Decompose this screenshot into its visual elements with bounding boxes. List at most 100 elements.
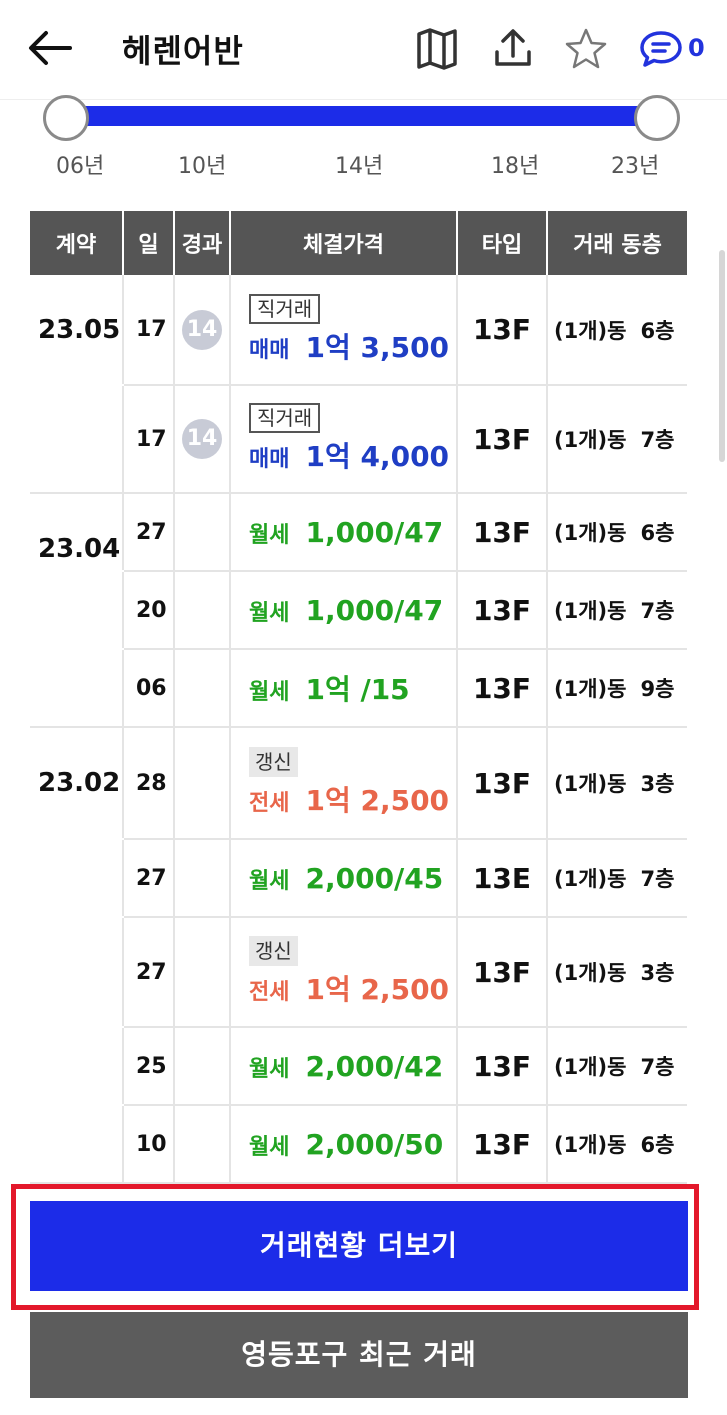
table-row[interactable]: 25 월세 2,000/42 13F (1개)동 7층 xyxy=(30,1027,687,1106)
cell-type: 13F xyxy=(456,649,547,728)
district-recent-transactions-button[interactable]: 영등포구 최근 거래 xyxy=(30,1312,688,1398)
table-row[interactable]: 10 월세 2,000/50 13F (1개)동 6층 xyxy=(30,1105,687,1184)
more-transactions-button[interactable]: 거래현황 더보기 xyxy=(30,1201,688,1291)
price-line: 월세 2,000/50 xyxy=(249,1128,456,1161)
cell-dong-floor: (1개)동 7층 xyxy=(546,571,687,650)
cell-elapsed xyxy=(173,493,230,572)
year-tick-label: 06년 xyxy=(56,154,105,179)
table-row[interactable]: 27 갱신 전세 1억 2,500 13F (1개)동 3층 xyxy=(30,917,687,1028)
transaction-table: 계약 일 경과 체결가격 타입 거래 동층 23.05 17 14 직거래 매매 1억 3… xyxy=(30,211,687,1184)
chat-button[interactable]: 0 xyxy=(638,26,718,72)
floor-label: 7층 xyxy=(640,428,675,452)
deal-kind: 월세 xyxy=(249,1056,290,1082)
table-row[interactable]: 06 월세 1억 /15 13F (1개)동 9층 xyxy=(30,649,687,728)
cell-price: 갱신 전세 1억 2,500 xyxy=(229,917,457,1028)
table-row[interactable]: 17 14 직거래 매매 1억 4,000 13F (1개)동 7층 xyxy=(30,385,687,494)
cell-elapsed xyxy=(173,839,230,918)
cell-type: 13F xyxy=(456,571,547,650)
table-row[interactable]: 27 월세 2,000/45 13E (1개)동 7층 xyxy=(30,839,687,918)
dong-label: (1개)동 xyxy=(554,521,627,545)
floor-label: 3층 xyxy=(640,772,675,796)
year-range-start-handle[interactable] xyxy=(43,95,89,141)
transaction-tag: 갱신 xyxy=(249,747,298,777)
deal-kind: 매매 xyxy=(249,447,290,472)
dong-label: (1개)동 xyxy=(554,599,627,623)
deal-amount: 1,000/47 xyxy=(305,515,444,549)
cell-day: 28 xyxy=(122,727,174,840)
cell-type: 13F xyxy=(456,917,547,1028)
price-line: 월세 1,000/47 xyxy=(249,594,456,627)
dong-label: (1개)동 xyxy=(554,961,627,985)
cell-type: 13F xyxy=(456,1105,547,1184)
cell-dong-floor: (1개)동 6층 xyxy=(546,275,687,386)
price-line: 전세 1억 2,500 xyxy=(249,779,456,819)
deal-amount: 2,000/50 xyxy=(305,1127,444,1161)
cell-contract-month xyxy=(30,839,123,917)
dong-label: (1개)동 xyxy=(554,428,627,452)
floor-label: 6층 xyxy=(640,318,675,343)
year-tick-label: 18년 xyxy=(491,154,540,179)
dong-label: (1개)동 xyxy=(554,772,627,796)
cell-contract-month xyxy=(30,917,123,1027)
scrollbar[interactable] xyxy=(719,250,725,462)
floor-label: 6층 xyxy=(640,1133,675,1157)
cell-day: 06 xyxy=(122,649,174,728)
year-tick-label: 10년 xyxy=(178,154,227,179)
year-range-end-handle[interactable] xyxy=(634,95,680,141)
table-row[interactable]: 23.04 27 월세 1,000/47 13F (1개)동 6층 xyxy=(30,493,687,572)
transaction-tag: 직거래 xyxy=(249,403,321,433)
cell-elapsed xyxy=(173,649,230,728)
favorite-button[interactable] xyxy=(563,26,609,72)
price-line: 매매 1억 3,500 xyxy=(249,326,456,366)
cell-dong-floor: (1개)동 6층 xyxy=(546,1105,687,1184)
cell-type: 13F xyxy=(456,727,547,840)
cell-contract-month: 23.04 xyxy=(38,534,121,564)
cell-elapsed xyxy=(173,917,230,1028)
cell-price: 갱신 전세 1억 2,500 xyxy=(229,727,457,840)
table-row[interactable]: 23.05 17 14 직거래 매매 1억 3,500 13F (1개)동 6층 xyxy=(30,275,687,386)
price-line: 월세 1,000/47 xyxy=(249,516,456,549)
cell-day: 27 xyxy=(122,917,174,1028)
column-header-contract: 계약 xyxy=(30,211,123,275)
year-range-track[interactable] xyxy=(66,106,658,126)
table-row[interactable]: 23.02 28 갱신 전세 1억 2,500 13F (1개)동 3층 xyxy=(30,727,687,840)
cell-contract-month: 23.02 xyxy=(38,768,121,798)
cell-day: 17 xyxy=(122,385,174,494)
cell-dong-floor: (1개)동 3층 xyxy=(546,917,687,1028)
map-button[interactable] xyxy=(414,26,460,72)
deal-amount: 1억 3,500 xyxy=(305,330,450,364)
chat-icon xyxy=(640,31,682,67)
cell-day: 20 xyxy=(122,571,174,650)
cell-price: 월세 1억 /15 xyxy=(229,649,457,728)
column-header-day: 일 xyxy=(122,211,174,275)
cell-price: 월세 2,000/50 xyxy=(229,1105,457,1184)
back-arrow-icon xyxy=(29,31,72,65)
cell-elapsed xyxy=(173,1105,230,1184)
share-button[interactable] xyxy=(490,26,536,72)
cell-day: 17 xyxy=(122,275,174,386)
dong-label: (1개)동 xyxy=(554,1133,627,1157)
floor-label: 9층 xyxy=(640,677,675,701)
transaction-tag: 직거래 xyxy=(249,293,321,324)
cell-elapsed: 14 xyxy=(173,275,230,386)
price-line: 월세 1억 /15 xyxy=(249,668,456,708)
dong-label: (1개)동 xyxy=(554,867,627,891)
cell-contract-month xyxy=(30,1105,123,1184)
deal-amount: 1억 2,500 xyxy=(305,973,450,1006)
cell-type: 13F xyxy=(456,385,547,494)
dong-label: (1개)동 xyxy=(554,318,627,343)
share-icon xyxy=(495,29,531,66)
star-icon xyxy=(565,28,607,69)
floor-label: 7층 xyxy=(640,867,675,891)
cell-dong-floor: (1개)동 7층 xyxy=(546,839,687,918)
back-button[interactable] xyxy=(26,28,74,68)
cell-dong-floor: (1개)동 7층 xyxy=(546,385,687,494)
deal-kind: 매매 xyxy=(249,337,290,363)
deal-amount: 2,000/42 xyxy=(305,1049,444,1083)
floor-label: 7층 xyxy=(640,1055,675,1079)
table-row[interactable]: 20 월세 1,000/47 13F (1개)동 7층 xyxy=(30,571,687,650)
cell-contract-month: 23.05 xyxy=(38,315,121,345)
table-header-row: 계약 일 경과 체결가격 타입 거래 동층 xyxy=(30,211,687,275)
cell-contract-month xyxy=(30,1027,123,1105)
year-tick-label: 14년 xyxy=(335,154,384,179)
